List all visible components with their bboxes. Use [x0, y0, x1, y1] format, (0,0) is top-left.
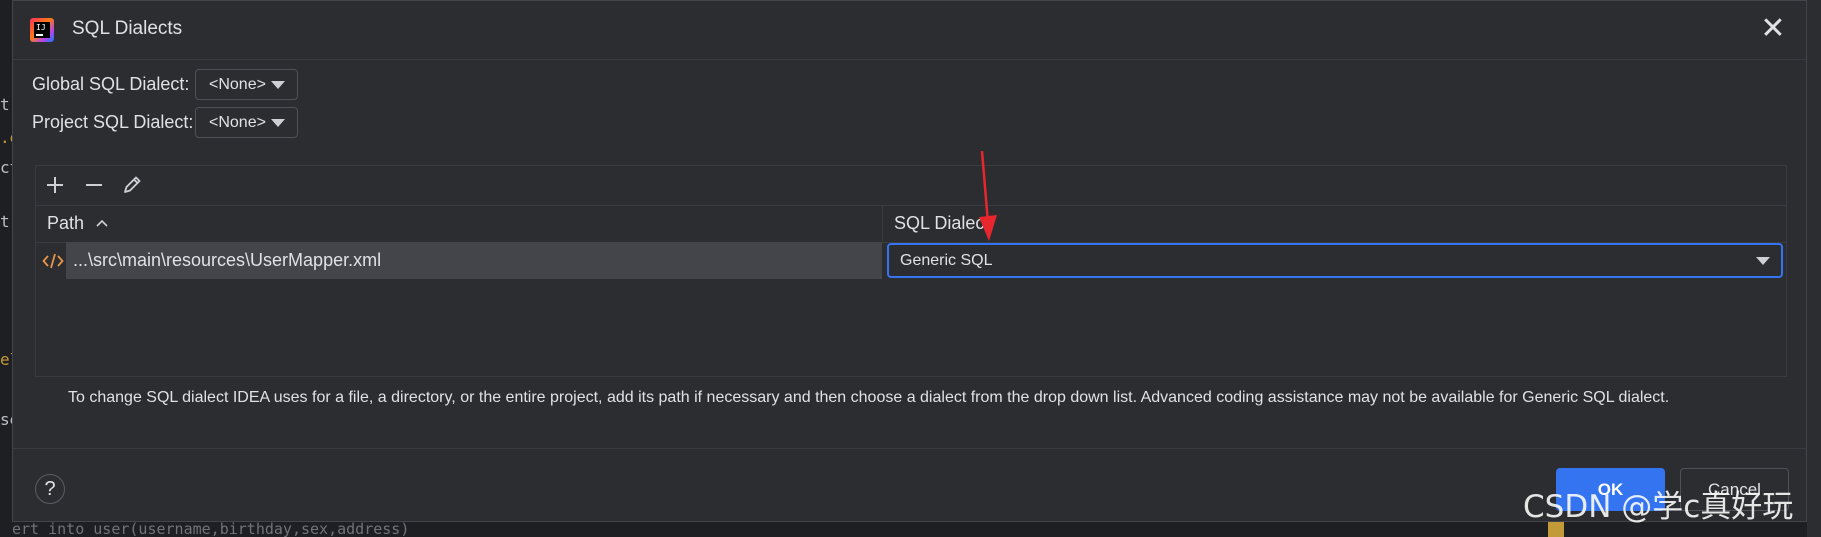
path-cell[interactable]: ...\src\main\resources\UserMapper.xml	[66, 242, 882, 279]
column-header-path-label: Path	[47, 213, 85, 233]
project-dialect-select[interactable]: <None>	[195, 107, 298, 138]
intellij-idea-icon: IJ	[30, 18, 54, 42]
mappings-panel: Path SQL Dialect ...\src\main\resources\…	[35, 165, 1787, 377]
watermark: CSDN @学c真好玩	[1523, 489, 1794, 525]
background-editor-right	[1807, 0, 1821, 537]
annotation-arrow-icon	[979, 151, 997, 241]
global-dialect-select[interactable]: <None>	[195, 69, 298, 100]
dialog-titlebar: IJ SQL Dialects ✕	[13, 1, 1806, 60]
sql-dialects-dialog: IJ SQL Dialects ✕ Global SQL Dialect: <N…	[12, 0, 1807, 522]
global-dialect-label: Global SQL Dialect:	[32, 74, 190, 94]
close-icon[interactable]: ✕	[1760, 14, 1786, 44]
table-header: Path SQL Dialect	[36, 205, 1786, 243]
table-row[interactable]: ...\src\main\resources\UserMapper.xml Ge…	[36, 242, 1786, 279]
chevron-down-icon	[271, 119, 285, 127]
help-button[interactable]: ?	[35, 474, 65, 504]
chevron-down-icon	[271, 81, 285, 89]
plus-icon[interactable]	[42, 172, 68, 198]
chevron-down-icon	[1756, 257, 1770, 265]
dialect-select[interactable]: Generic SQL	[887, 243, 1783, 278]
project-dialect-label: Project SQL Dialect:	[32, 112, 194, 132]
column-header-path[interactable]: Path	[47, 213, 109, 234]
background-editor-gutter: t .e ct t el se	[0, 0, 12, 537]
table-toolbar	[36, 166, 1786, 206]
footer-divider	[13, 448, 1806, 449]
sort-ascending-icon	[96, 219, 108, 227]
dialog-title: SQL Dialects	[72, 18, 183, 39]
dialect-value: Generic SQL	[900, 252, 993, 269]
xml-file-icon	[42, 253, 64, 269]
global-dialect-value: <None>	[209, 76, 266, 93]
minus-icon[interactable]	[81, 172, 107, 198]
project-dialect-value: <None>	[209, 114, 266, 131]
pencil-icon[interactable]	[119, 172, 145, 198]
column-divider[interactable]	[882, 205, 883, 242]
help-text: To change SQL dialect IDEA uses for a fi…	[68, 389, 1670, 406]
